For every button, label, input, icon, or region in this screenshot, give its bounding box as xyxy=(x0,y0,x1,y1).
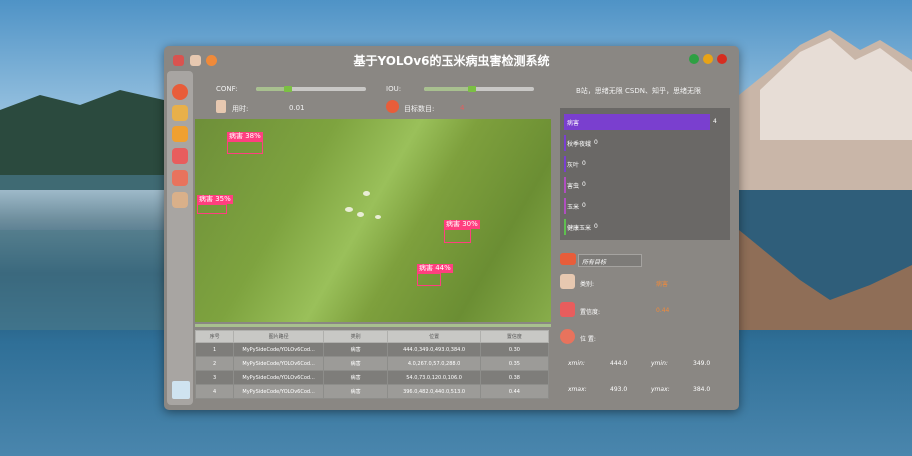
xmin-label: xmin: xyxy=(568,360,585,367)
class-count-chart: 病害 4 秋季夜蛾 0 灰叶 0 害虫 0 玉米 0 健康玉米 0 xyxy=(560,108,730,240)
detection-label: 病害 35% xyxy=(197,195,233,204)
window-title: 基于YOLOv6的玉米病虫害检测系统 xyxy=(353,54,550,68)
progress-bar xyxy=(195,324,551,327)
table-row[interactable]: 1 MyPySideCode/YOLOv6Cod... 病害 444.0,349.0,… xyxy=(194,342,550,357)
chart-value-label: 0 xyxy=(594,223,598,230)
count-icon xyxy=(386,100,399,113)
sidebar-menu-icon[interactable] xyxy=(172,84,188,100)
chart-category-label: 灰叶 xyxy=(567,162,580,169)
chart-value-label: 0 xyxy=(582,202,586,209)
table-header[interactable]: 序号 xyxy=(194,330,235,343)
xmin-value: 444.0 xyxy=(610,360,628,367)
table-header[interactable]: 置信度 xyxy=(479,330,550,343)
chart-bar xyxy=(564,198,566,214)
chart-bar xyxy=(564,177,566,193)
confidence-value: 0.44 xyxy=(656,307,670,314)
ymin-label: ymin: xyxy=(651,360,668,367)
sidebar xyxy=(167,71,193,405)
table-header[interactable]: 图片路径 xyxy=(233,330,324,343)
select-icon xyxy=(560,253,576,265)
sidebar-box-icon[interactable] xyxy=(172,192,188,208)
table-row[interactable]: 3 MyPySideCode/YOLOv6Cod... 病害 54.0,73.0,12… xyxy=(194,370,550,385)
conf-label: CONF: xyxy=(216,85,238,93)
table-row[interactable]: 4 MyPySideCode/YOLOv6Cod... 病害 396.0,482.0,… xyxy=(194,384,550,399)
table-header[interactable]: 位置 xyxy=(387,330,481,343)
ymin-value: 349.0 xyxy=(693,360,711,367)
close-button[interactable] xyxy=(717,54,727,64)
conf-slider[interactable] xyxy=(256,86,366,92)
detection-label: 病害 30% xyxy=(444,220,480,229)
avatar[interactable] xyxy=(172,381,190,399)
type-value: 病害 xyxy=(656,281,669,288)
detection-box xyxy=(227,141,263,154)
chart-value-label: 4 xyxy=(713,118,717,125)
target-select[interactable]: 所有目标 xyxy=(578,254,642,267)
time-value: 0.01 xyxy=(289,104,305,112)
sidebar-camera-icon[interactable] xyxy=(172,148,188,164)
sidebar-image-icon[interactable] xyxy=(172,105,188,121)
chart-value-label: 0 xyxy=(582,160,586,167)
detection-image[interactable]: 病害 38% 病害 35% 病害 30% 病害 44% xyxy=(195,119,551,322)
leaf-spot xyxy=(357,212,364,217)
title-bar[interactable]: 基于YOLOv6的玉米病虫害检测系统 xyxy=(164,46,739,74)
ymax-label: ymax: xyxy=(651,386,670,393)
table-row[interactable]: 2 MyPySideCode/YOLOv6Cod... 病害 4.0,267.0,57… xyxy=(194,356,550,371)
maximize-button[interactable] xyxy=(703,54,713,64)
sidebar-folder-icon[interactable] xyxy=(172,126,188,142)
confidence-icon xyxy=(560,302,575,317)
chart-value-label: 0 xyxy=(594,139,598,146)
sidebar-edit-icon[interactable] xyxy=(172,170,188,186)
detection-box xyxy=(444,229,471,243)
detection-box xyxy=(197,204,227,214)
time-icon xyxy=(216,100,226,113)
time-label: 用时: xyxy=(232,105,249,113)
detection-box xyxy=(417,273,441,286)
type-icon xyxy=(560,274,575,289)
position-label: 位 置: xyxy=(580,336,596,343)
xmax-value: 493.0 xyxy=(610,386,628,393)
chart-category-label: 秋季夜蛾 xyxy=(567,141,592,148)
leaf-spot xyxy=(363,191,370,196)
iou-slider[interactable] xyxy=(424,86,534,92)
type-label: 类别: xyxy=(580,281,595,288)
ymax-value: 384.0 xyxy=(693,386,711,393)
leaf-spot xyxy=(375,215,381,219)
iou-slider-handle[interactable] xyxy=(468,86,476,92)
chart-bar xyxy=(564,114,710,130)
detection-label: 病害 44% xyxy=(417,264,453,273)
count-value: 4 xyxy=(460,104,465,112)
chart-category-label: 玉米 xyxy=(567,204,580,211)
count-label: 目标数目: xyxy=(404,105,435,113)
position-icon xyxy=(560,329,575,344)
chart-category-label: 病害 xyxy=(567,120,580,127)
chart-category-label: 害虫 xyxy=(567,183,580,190)
conf-slider-handle[interactable] xyxy=(284,86,292,92)
confidence-label: 置信度: xyxy=(580,309,601,316)
chart-bar xyxy=(564,219,566,235)
chart-value-label: 0 xyxy=(582,181,586,188)
chart-bar xyxy=(564,156,566,172)
chart-category-label: 健康玉米 xyxy=(567,225,592,232)
results-table: 序号 图片路径 类别 位置 置信度 1 MyPySideCode/YOLOv6Co… xyxy=(194,330,550,399)
chart-bar xyxy=(564,135,566,151)
detection-label: 病害 38% xyxy=(227,132,263,141)
app-window: 基于YOLOv6的玉米病虫害检测系统 CONF: IOU: B站，思绪无限 CS… xyxy=(164,46,739,410)
leaf-spot xyxy=(345,207,353,212)
xmax-label: xmax: xyxy=(568,386,587,393)
table-header[interactable]: 类别 xyxy=(322,330,389,343)
iou-label: IOU: xyxy=(386,85,402,93)
minimize-button[interactable] xyxy=(689,54,699,64)
credit-text: B站，思绪无限 CSDN、知乎，思绪无限 xyxy=(576,87,701,95)
